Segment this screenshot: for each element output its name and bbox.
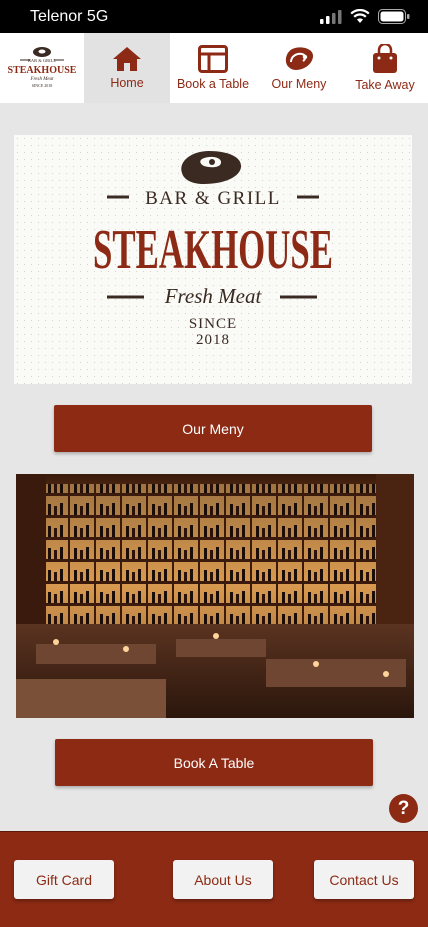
nav-item-home[interactable]: Home <box>84 33 170 103</box>
book-a-table-button[interactable]: Book A Table <box>55 739 373 786</box>
contact-us-button[interactable]: Contact Us <box>314 860 414 899</box>
hero-logo-banner: BAR & GRILL STEAKHOUSE Fresh Meat SINCE … <box>14 135 412 384</box>
status-bar: Telenor 5G <box>0 0 428 33</box>
nav-item-our-meny[interactable]: Our Meny <box>256 33 342 103</box>
about-us-button[interactable]: About Us <box>173 860 273 899</box>
hero-steakhouse-text: STEAKHOUSE <box>93 219 333 281</box>
our-meny-button[interactable]: Our Meny <box>54 405 372 452</box>
hero-bar-grill-text: BAR & GRILL <box>145 188 281 209</box>
nav-label-take-away: Take Away <box>355 78 415 92</box>
logo-since-text: SINCE 2018 <box>32 83 53 88</box>
nav-label-book-table: Book a Table <box>176 77 250 91</box>
gift-card-button[interactable]: Gift Card <box>14 860 114 899</box>
logo-bar-grill-text: BAR & GRILL <box>28 58 57 63</box>
battery-icon <box>378 9 410 24</box>
carrier-label: Telenor 5G <box>30 8 109 25</box>
nav-items: Home Book a Table Our Meny Take Away <box>84 33 428 103</box>
steak-icon <box>285 47 313 70</box>
table-layout-icon <box>198 45 228 73</box>
top-nav-bar: BAR & GRILL STEAKHOUSE Fresh Meat SINCE … <box>0 33 428 103</box>
hero-since-text: SINCE <box>189 316 237 332</box>
home-icon <box>113 47 141 71</box>
steak-logo-icon <box>181 151 242 184</box>
footer-bar: Gift Card About Us Contact Us <box>0 831 428 927</box>
nav-label-our-meny: Our Meny <box>271 77 327 91</box>
logo-fresh-meat-text: Fresh Meat <box>29 77 54 82</box>
help-button[interactable]: ? <box>389 794 418 823</box>
logo-steakhouse-text: STEAKHOUSE <box>8 65 77 76</box>
nav-label-home: Home <box>110 76 144 90</box>
shopping-bag-icon <box>373 44 397 73</box>
hero-year-text: 2018 <box>196 332 230 348</box>
signal-icon <box>320 10 342 24</box>
hero-fresh-meat-text: Fresh Meat <box>164 284 263 308</box>
restaurant-interior-image <box>16 474 414 718</box>
steakhouse-logo[interactable]: BAR & GRILL STEAKHOUSE Fresh Meat SINCE … <box>0 33 84 103</box>
status-icons <box>320 9 410 24</box>
nav-item-book-table[interactable]: Book a Table <box>170 33 256 103</box>
nav-item-take-away[interactable]: Take Away <box>342 33 428 103</box>
wifi-icon <box>350 9 370 23</box>
